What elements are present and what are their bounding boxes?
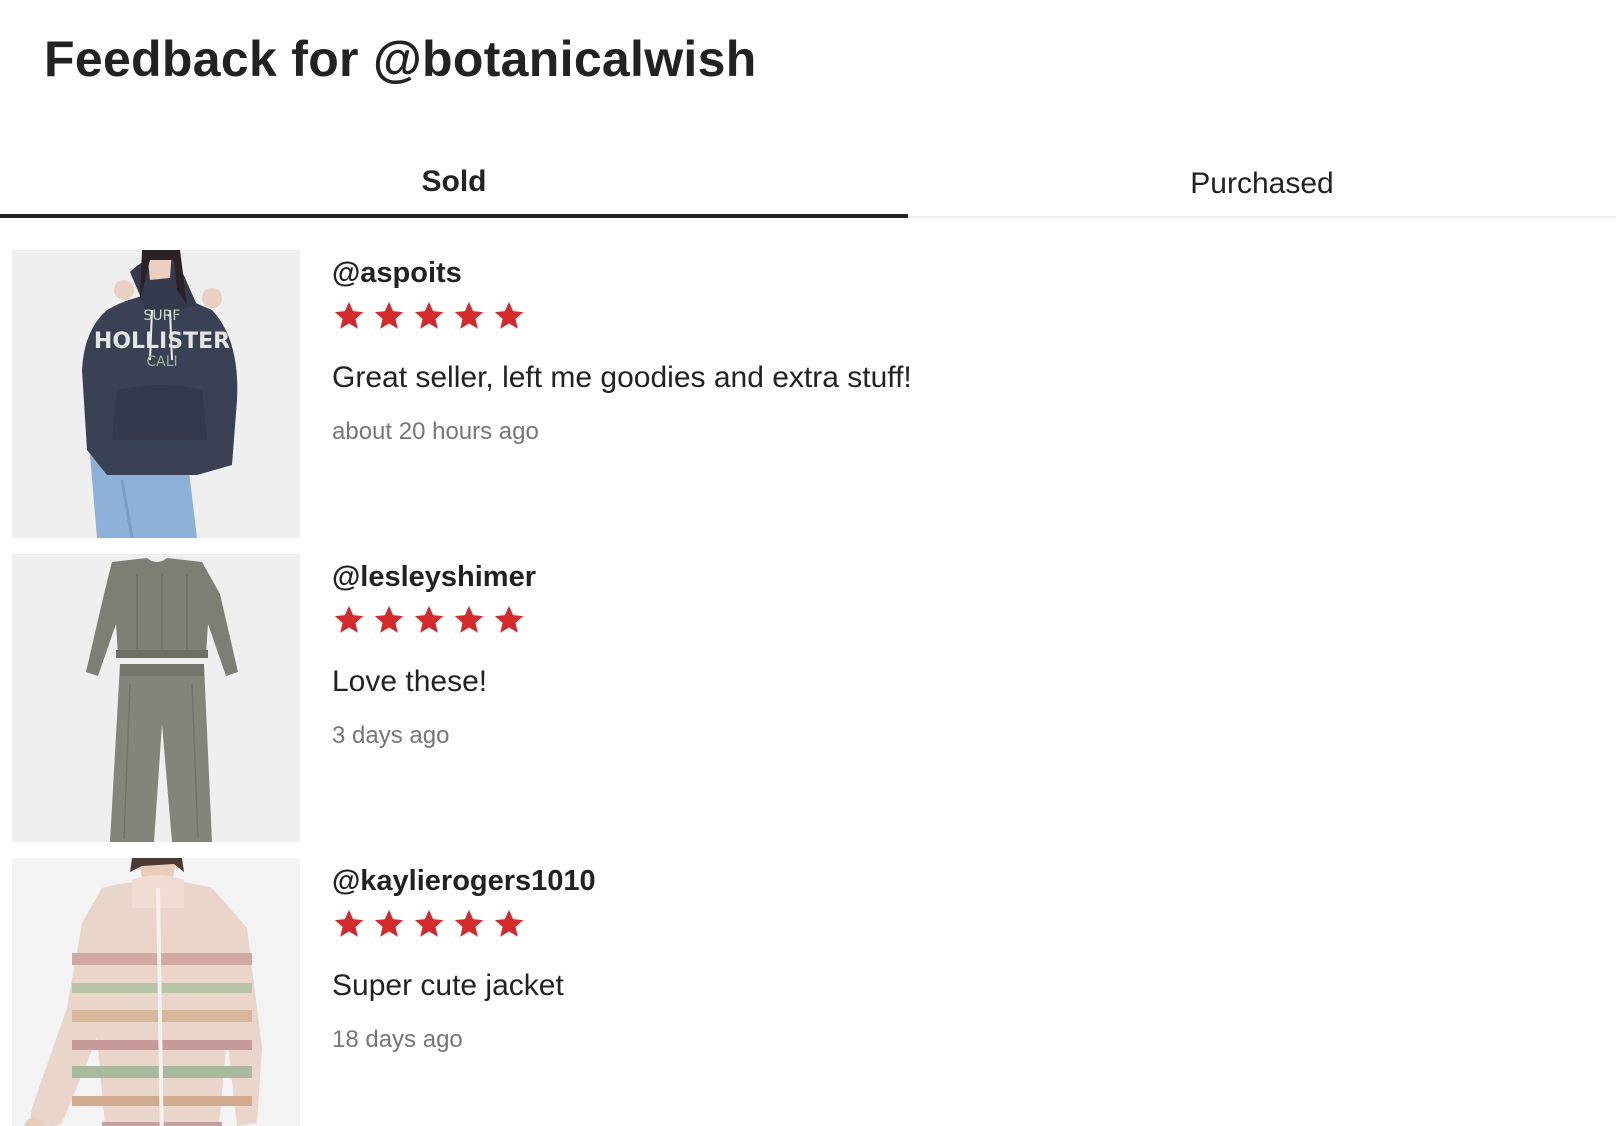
hoodie-print-line-1: SURF [144,308,181,324]
reviewer-username[interactable]: @lesleyshimer [332,558,1532,596]
star-icon [332,603,366,637]
star-icon [492,603,526,637]
knit-set-photo [12,554,300,842]
star-icon [372,603,406,637]
star-icon [492,907,526,941]
star-icon [412,603,446,637]
review-list: SURF HOLLISTER CALI @aspoits Great selle… [0,250,1616,1126]
hoodie-print-line-3: CALI [146,354,177,370]
star-icon [452,603,486,637]
reviewer-username[interactable]: @aspoits [332,254,1532,292]
hoodie-photo: SURF HOLLISTER CALI [12,250,300,538]
item-thumbnail[interactable]: SURF HOLLISTER CALI [12,250,300,538]
star-icon [412,907,446,941]
star-rating [332,296,1532,336]
hoodie-print-line-2: HOLLISTER [94,329,230,354]
star-rating [332,904,1532,944]
star-icon [332,907,366,941]
star-icon [372,907,406,941]
star-icon [412,299,446,333]
cardigan-photo [12,858,300,1126]
item-thumbnail[interactable] [12,858,300,1126]
review-content: @lesleyshimer Love these! 3 days ago [332,558,1532,752]
review-content: @kaylierogers1010 Super cute jacket 18 d… [332,862,1532,1056]
review-item: @lesleyshimer Love these! 3 days ago [0,554,1616,858]
feedback-page: Feedback for @botanicalwish Sold Purchas… [0,0,1616,1126]
star-icon [492,299,526,333]
review-content: @aspoits Great seller, left me goodies a… [332,254,1532,448]
star-icon [332,299,366,333]
feedback-tabs: Sold Purchased [0,150,1616,218]
star-rating [332,600,1532,640]
star-icon [372,299,406,333]
review-item: SURF HOLLISTER CALI @aspoits Great selle… [0,250,1616,554]
item-thumbnail[interactable] [12,554,300,842]
tab-purchased[interactable]: Purchased [908,150,1616,218]
review-item: @kaylierogers1010 Super cute jacket 18 d… [0,858,1616,1126]
review-timestamp: about 20 hours ago [332,418,539,445]
page-title: Feedback for @botanicalwish [44,31,757,87]
reviewer-username[interactable]: @kaylierogers1010 [332,862,1532,900]
review-timestamp: 18 days ago [332,1026,463,1053]
review-comment: Love these! [332,665,488,698]
star-icon [452,907,486,941]
review-timestamp: 3 days ago [332,722,450,749]
review-comment: Great seller, left me goodies and extra … [332,361,912,394]
star-icon [452,299,486,333]
review-comment: Super cute jacket [332,969,564,1002]
tab-sold[interactable]: Sold [0,150,908,218]
